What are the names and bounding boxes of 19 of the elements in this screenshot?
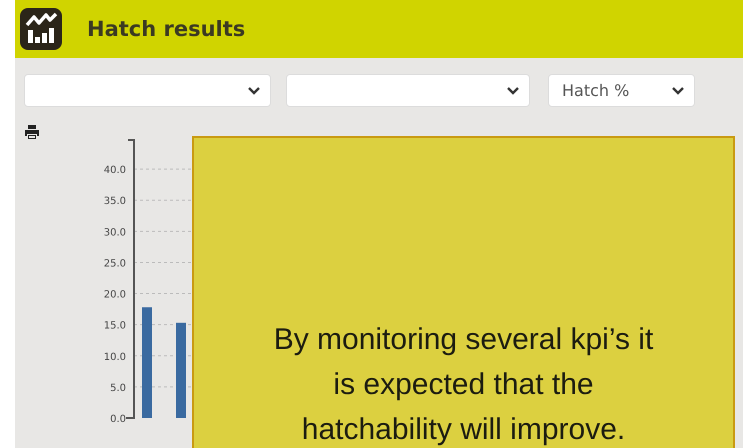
axis-label: 15.0 [104,320,126,332]
chevron-icon [248,86,260,94]
axis-label: 35.0 [104,196,126,208]
axis-label: 20.0 [104,290,126,301]
callout-text: By monitoring several kpi’s it is expected that the hatchability will improve. [272,322,654,448]
chevron-icon [672,86,684,94]
print-icon[interactable] [24,124,40,140]
axis-label: 0.0 [110,414,126,425]
axis-label: 25.0 [104,258,126,270]
dropdown[interactable] [24,74,271,107]
axis-label: 40.0 [104,165,126,176]
panel-title: Hatch results [87,17,246,41]
chart-icon [20,8,62,50]
axis-label: 30.0 [104,227,126,238]
chevron-icon [507,86,519,94]
dropdown[interactable] [286,74,530,107]
axis-label: 10.0 [104,352,126,363]
dropdown[interactable]: Hatch % [548,74,695,107]
axis-label: 5.0 [110,382,126,394]
